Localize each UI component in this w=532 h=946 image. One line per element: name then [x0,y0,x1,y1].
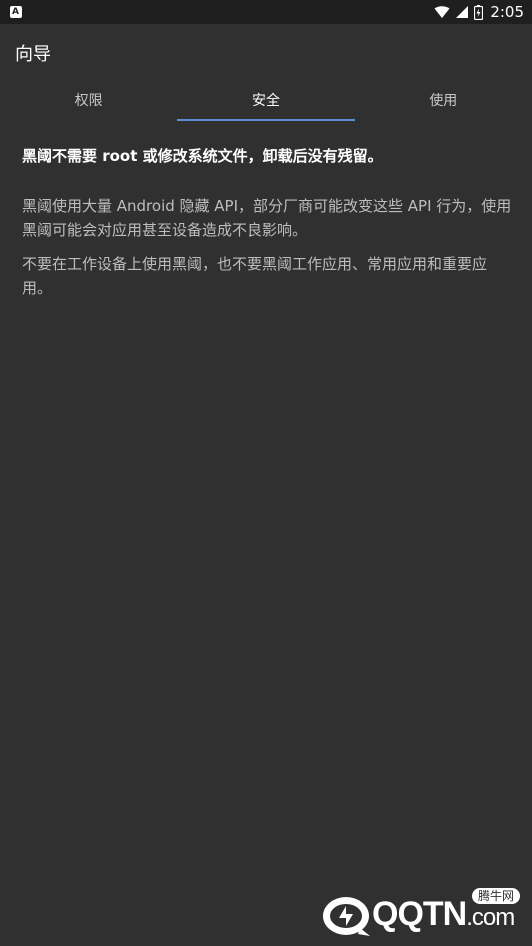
qqtn-domain-suffix: .com [466,904,515,931]
warning-paragraph-api: 黑阈使用大量 Android 隐藏 API，部分厂商可能改变这些 API 行为，… [22,197,512,239]
tab-usage[interactable]: 使用 [355,80,532,122]
app-bar: 向导 [0,24,532,80]
qqtn-tag: 腾牛网 [471,888,520,904]
tab-indicator [177,119,355,121]
tab-permissions[interactable]: 权限 [0,80,177,122]
tab-security[interactable]: 安全 [177,80,354,122]
security-content: 黑阈不需要 root 或修改系统文件，卸载后没有残留。 黑阈使用大量 Andro… [22,144,512,310]
page-title: 向导 [15,44,51,65]
tab-bar: 权限 安全 使用 [0,80,532,122]
app-notification-icon: A [10,6,22,18]
warning-paragraph-work-device: 不要在工作设备上使用黑阈，也不要黑阈工作应用、常用应用和重要应用。 [22,255,488,297]
qqtn-logo-icon [323,897,370,936]
battery-icon [474,4,484,20]
status-bar: A 2:05 [0,0,532,24]
qqtn-brand: QQTN [372,895,467,933]
signal-icon [456,6,469,18]
security-heading: 黑阈不需要 root 或修改系统文件，卸载后没有残留。 [22,147,383,165]
status-icons: 2:05 [434,0,524,24]
status-time: 2:05 [490,3,524,21]
wifi-icon [434,6,450,18]
qqtn-watermark: QQTN.com 腾牛网 [320,888,526,940]
